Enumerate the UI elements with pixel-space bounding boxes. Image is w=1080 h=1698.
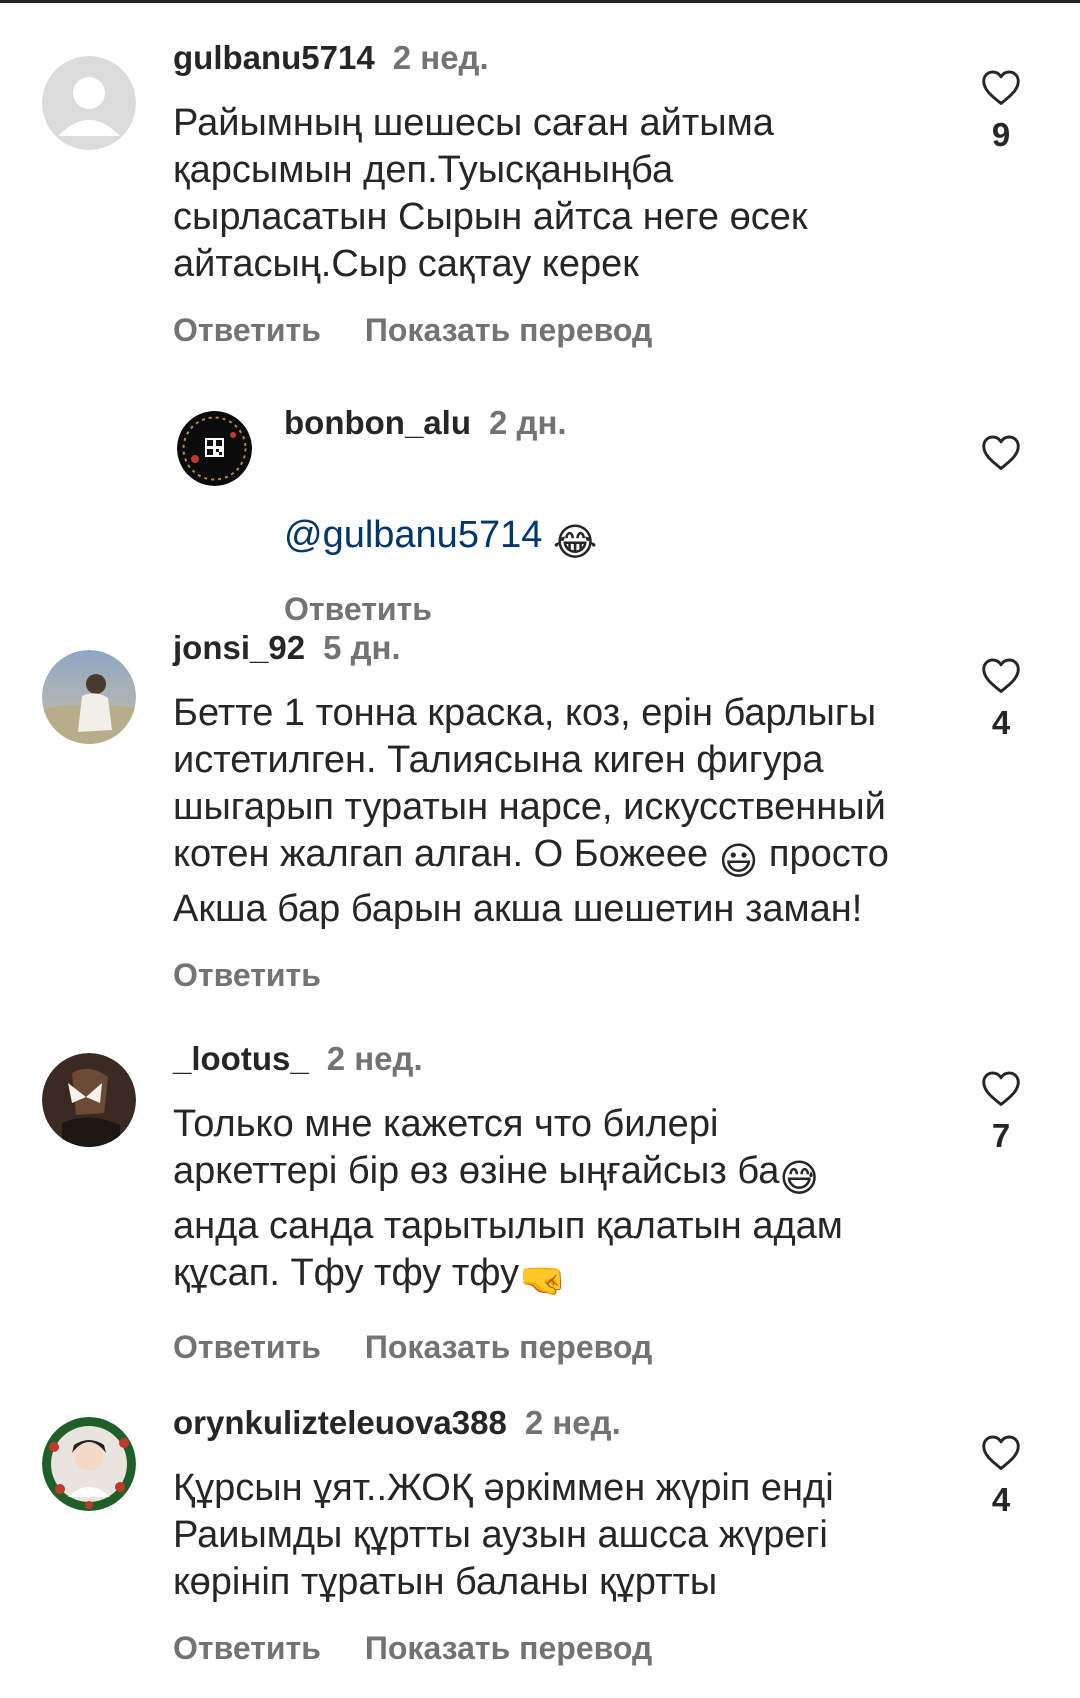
comment-username[interactable]: bonbon_alu [284, 404, 471, 441]
avatar[interactable] [42, 1053, 136, 1147]
reply-button[interactable]: Ответить [173, 1630, 321, 1666]
show-translation-button[interactable]: Показать перевод [365, 1630, 652, 1666]
heart-icon[interactable] [980, 1069, 1022, 1107]
comment-text: Құрсын ұят..ЖОҚ әркіммен жүріп енді Раиы… [173, 1467, 834, 1603]
reply-button[interactable]: Ответить [173, 1329, 321, 1365]
comment-text-part: Только мне кажется что билері аркеттері … [173, 1103, 780, 1192]
comment-text: @gulbanu5714 😂 [284, 465, 964, 567]
heart-icon[interactable] [980, 656, 1022, 694]
like-count: 4 [991, 704, 1011, 741]
reply-button[interactable]: Ответить [173, 957, 321, 993]
comment-username[interactable]: jonsi_92 [173, 629, 305, 666]
avatar[interactable] [42, 650, 136, 744]
like-count: 7 [991, 1117, 1011, 1154]
comment-username[interactable]: gulbanu5714 [173, 39, 375, 76]
top-divider [0, 0, 1080, 3]
avatar[interactable] [177, 411, 252, 486]
comments-screen: gulbanu5714 2 нед. Райымның шешесы саған … [0, 0, 1080, 1698]
comment-username[interactable]: _lootus_ [173, 1040, 309, 1077]
comment-text: Райымның шешесы саған айтыма қарсымын де… [173, 102, 808, 285]
comment-text: Только мне кажется что билері аркеттері … [173, 1101, 953, 1305]
show-translation-button[interactable]: Показать перевод [365, 312, 652, 348]
comment-time: 2 нед. [392, 39, 489, 76]
comment-time: 2 нед. [326, 1040, 423, 1077]
comment-username[interactable]: orynkulizteleuova388 [173, 1404, 507, 1441]
heart-icon[interactable] [980, 1433, 1022, 1471]
show-translation-button[interactable]: Показать перевод [365, 1329, 652, 1365]
reply-button[interactable]: Ответить [173, 312, 321, 348]
like-count: 4 [991, 1481, 1011, 1518]
like-count: 9 [991, 116, 1011, 153]
user-mention-link[interactable]: @gulbanu5714 [284, 514, 542, 556]
grinning-emoji-icon: 😃 [718, 841, 759, 883]
comment-text: Бетте 1 тонна краска, коз, ерін барлыгы … [173, 690, 953, 933]
comment-text-part: анда санда тарытылып қалатын адам құсап.… [173, 1205, 843, 1294]
right-facing-fist-emoji-icon: 🤜 [519, 1260, 567, 1302]
comment-time: 5 дн. [323, 629, 401, 666]
comment-time: 2 дн. [488, 404, 567, 441]
heart-icon[interactable] [980, 68, 1022, 106]
avatar[interactable] [42, 1417, 136, 1511]
avatar[interactable] [42, 56, 136, 150]
tears-of-joy-emoji-icon: 😂 [552, 522, 598, 564]
grinning-sweat-emoji-icon: 😅 [779, 1158, 819, 1200]
reply-button[interactable]: Ответить [284, 591, 432, 627]
comment-time: 2 нед. [524, 1404, 621, 1441]
heart-icon[interactable] [980, 433, 1022, 471]
